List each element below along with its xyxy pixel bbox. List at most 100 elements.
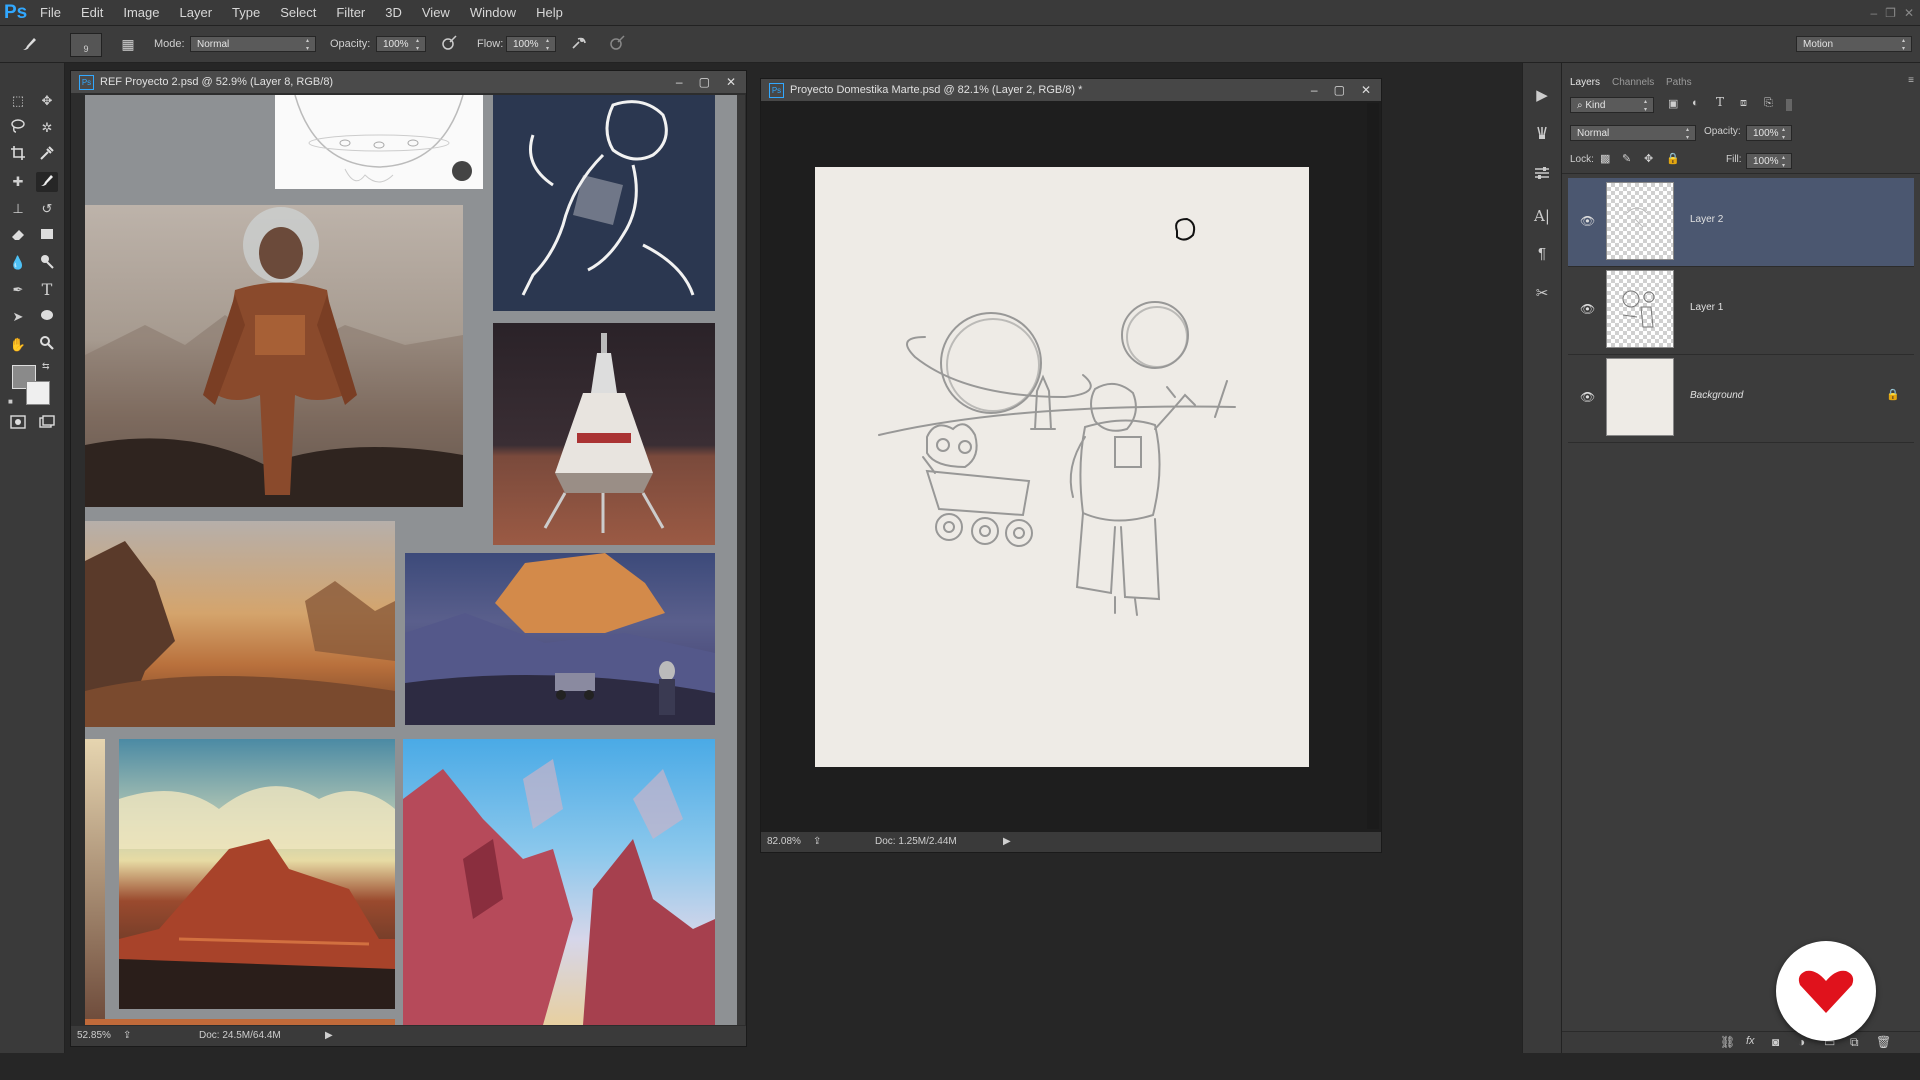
- opacity-field[interactable]: 100%: [376, 36, 426, 53]
- swap-colors-icon[interactable]: ⇆: [42, 361, 50, 372]
- menu-select[interactable]: Select: [270, 0, 326, 25]
- layer-1-name[interactable]: Layer 1: [1690, 302, 1723, 313]
- brush-presets-icon[interactable]: [1531, 125, 1553, 147]
- close-button[interactable]: ✕: [1904, 6, 1914, 20]
- lasso-icon[interactable]: [7, 118, 29, 138]
- stamp-icon[interactable]: ⊥: [7, 199, 29, 219]
- reference-canvas[interactable]: [85, 95, 737, 1025]
- filter-type-icon[interactable]: T: [1716, 95, 1724, 109]
- link-layers-icon[interactable]: ⛓: [1720, 1035, 1735, 1049]
- crop-icon[interactable]: [7, 145, 29, 165]
- main-share-icon[interactable]: ⇪: [813, 832, 821, 852]
- lock-transparency-icon[interactable]: ▩: [1600, 152, 1610, 165]
- history-brush-icon[interactable]: ↺: [36, 199, 58, 219]
- layer-opacity-field[interactable]: 100%: [1746, 125, 1792, 142]
- filter-shape-icon[interactable]: ⧈: [1740, 97, 1747, 110]
- tab-layers[interactable]: Layers: [1570, 77, 1600, 88]
- brush-size-picker[interactable]: 9: [70, 33, 102, 57]
- brush-panel-icon[interactable]: ▦: [118, 34, 138, 54]
- background-layer-name[interactable]: Background: [1690, 390, 1743, 401]
- marquee-icon[interactable]: ⬚: [7, 91, 29, 111]
- menu-type[interactable]: Type: [222, 0, 270, 25]
- main-zoom-level[interactable]: 82.08%: [767, 832, 801, 852]
- dodge-icon[interactable]: [36, 253, 58, 273]
- type-icon[interactable]: T: [36, 280, 58, 300]
- lock-pixels-icon[interactable]: ✎: [1622, 152, 1631, 165]
- main-maximize-button[interactable]: ▢: [1334, 79, 1345, 101]
- menu-help[interactable]: Help: [526, 0, 573, 25]
- reference-document-window[interactable]: Ps REF Proyecto 2.psd @ 52.9% (Layer 8, R…: [70, 70, 747, 1047]
- main-status-menu-arrow[interactable]: ▶: [1003, 832, 1011, 852]
- ref-maximize-button[interactable]: ▢: [699, 71, 710, 93]
- blur-icon[interactable]: 💧: [7, 253, 29, 273]
- default-colors-icon[interactable]: ■: [8, 397, 13, 406]
- fx-icon[interactable]: fx: [1746, 1035, 1755, 1047]
- menu-edit[interactable]: Edit: [71, 0, 113, 25]
- main-document-window[interactable]: Ps Proyecto Domestika Marte.psd @ 82.1% (…: [760, 78, 1382, 853]
- layer-row-layer-1[interactable]: 👁 Layer 1: [1568, 266, 1914, 355]
- menu-window[interactable]: Window: [460, 0, 526, 25]
- layer-row-background[interactable]: 👁 Background 🔒: [1568, 354, 1914, 443]
- background-color-swatch[interactable]: [26, 381, 50, 405]
- tab-channels[interactable]: Channels: [1612, 77, 1654, 88]
- screen-mode-icon[interactable]: [36, 415, 58, 435]
- healing-icon[interactable]: ✚: [7, 172, 29, 192]
- airbrush-icon[interactable]: [568, 34, 590, 54]
- brush-tool-preset-icon[interactable]: [18, 34, 42, 54]
- menu-view[interactable]: View: [412, 0, 460, 25]
- visibility-eye-icon[interactable]: 👁: [1580, 390, 1595, 404]
- paragraph-icon[interactable]: ¶: [1531, 243, 1553, 265]
- menu-filter[interactable]: Filter: [326, 0, 375, 25]
- reference-title-bar[interactable]: Ps REF Proyecto 2.psd @ 52.9% (Layer 8, R…: [71, 71, 746, 93]
- panel-menu-icon[interactable]: ≡: [1908, 75, 1914, 86]
- main-close-button[interactable]: ✕: [1361, 79, 1371, 101]
- quick-mask-icon[interactable]: [7, 415, 29, 435]
- visibility-eye-icon[interactable]: 👁: [1580, 214, 1595, 228]
- lock-position-icon[interactable]: ✥: [1644, 152, 1653, 165]
- pen-icon[interactable]: ✒: [7, 280, 29, 300]
- pressure-size-icon[interactable]: [606, 34, 628, 54]
- menu-file[interactable]: File: [30, 0, 71, 25]
- ref-share-icon[interactable]: ⇪: [123, 1026, 131, 1046]
- pressure-opacity-icon[interactable]: [438, 34, 460, 54]
- eraser-icon[interactable]: [7, 226, 29, 246]
- lock-all-icon[interactable]: 🔒: [1666, 152, 1680, 165]
- main-title-bar[interactable]: Ps Proyecto Domestika Marte.psd @ 82.1% (…: [761, 79, 1381, 101]
- adjustments-icon[interactable]: [1531, 165, 1553, 187]
- main-canvas[interactable]: [815, 167, 1309, 767]
- ref-close-button[interactable]: ✕: [726, 71, 736, 93]
- ref-zoom-level[interactable]: 52.85%: [77, 1026, 111, 1046]
- filter-smart-object-icon[interactable]: ⎘: [1764, 97, 1773, 110]
- layer-2-name[interactable]: Layer 2: [1690, 214, 1723, 225]
- filter-pixel-icon[interactable]: ▣: [1668, 97, 1678, 110]
- tab-paths[interactable]: Paths: [1666, 77, 1692, 88]
- flow-field[interactable]: 100%: [506, 36, 556, 53]
- hand-icon[interactable]: ✋: [7, 335, 29, 355]
- character-icon[interactable]: A|: [1531, 205, 1553, 227]
- menu-3d[interactable]: 3D: [375, 0, 412, 25]
- eyedropper-icon[interactable]: [36, 145, 58, 165]
- layer-row-layer-2[interactable]: 👁 Layer 2: [1568, 178, 1914, 267]
- blend-mode-select[interactable]: Normal: [1570, 125, 1696, 142]
- delete-layer-icon[interactable]: 🗑: [1876, 1035, 1891, 1049]
- visibility-eye-icon[interactable]: 👁: [1580, 302, 1595, 316]
- ref-vertical-scrollbar[interactable]: [737, 95, 745, 1025]
- filter-adjustment-icon[interactable]: ◐: [1692, 97, 1699, 109]
- workspace-select[interactable]: Motion: [1796, 36, 1912, 53]
- magic-wand-icon[interactable]: ✲: [36, 118, 58, 138]
- menu-image[interactable]: Image: [113, 0, 169, 25]
- gradient-icon[interactable]: [36, 226, 58, 246]
- path-select-icon[interactable]: ➤: [7, 307, 29, 327]
- layer-filter-select[interactable]: ⌕ Kind: [1570, 97, 1654, 114]
- filter-toggle[interactable]: [1786, 99, 1792, 111]
- actions-icon[interactable]: ▶: [1531, 85, 1553, 107]
- brush-icon[interactable]: [36, 172, 58, 192]
- ref-status-menu-arrow[interactable]: ▶: [325, 1026, 333, 1046]
- fill-field[interactable]: 100%: [1746, 153, 1792, 170]
- main-minimize-button[interactable]: –: [1311, 79, 1318, 101]
- menu-layer[interactable]: Layer: [170, 0, 223, 25]
- restore-button[interactable]: ❐: [1885, 6, 1896, 20]
- minimize-button[interactable]: –: [1870, 6, 1877, 20]
- zoom-icon[interactable]: [36, 335, 58, 355]
- ref-minimize-button[interactable]: –: [676, 71, 683, 93]
